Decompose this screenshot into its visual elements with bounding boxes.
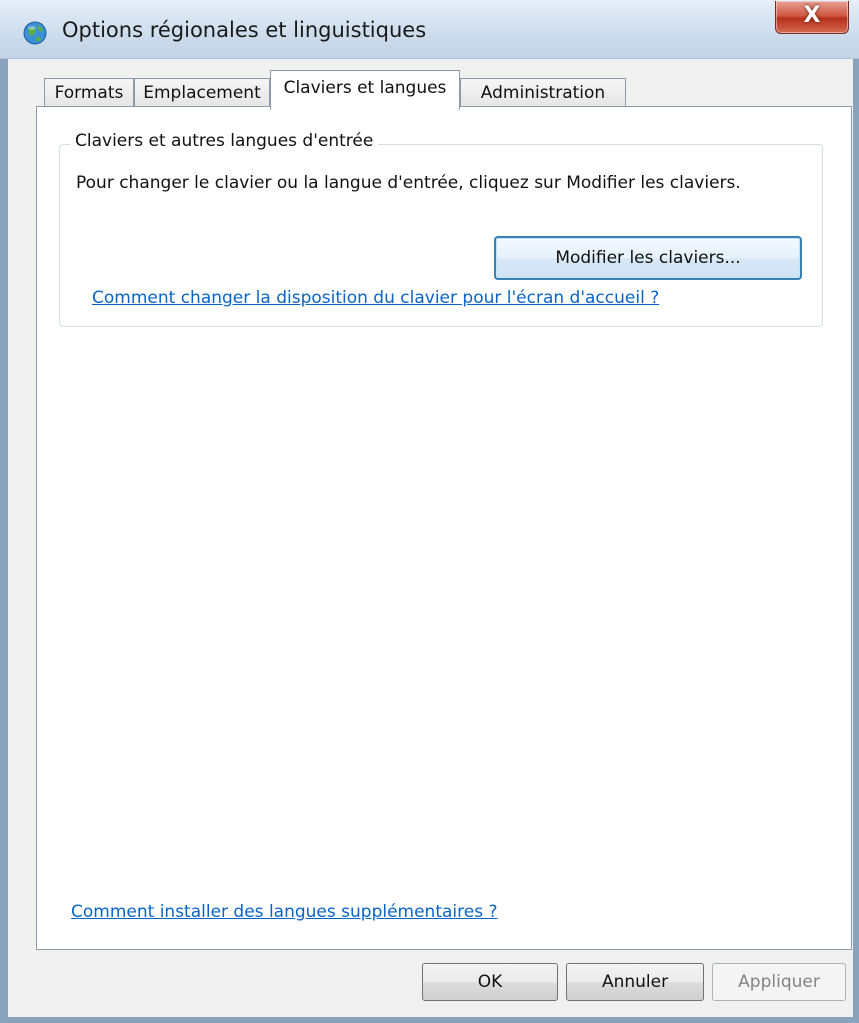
tab-claviers-et-langues[interactable]: Claviers et langues — [270, 70, 460, 110]
tab-administration[interactable]: Administration — [460, 78, 626, 108]
apply-button[interactable]: Appliquer — [712, 963, 846, 1001]
dialog-window: Options régionales et linguistiques X Fo… — [0, 0, 859, 1023]
install-languages-help-link[interactable]: Comment installer des langues supplément… — [71, 902, 498, 922]
keyboards-groupbox: Claviers et autres langues d'entrée Pour… — [59, 131, 823, 327]
keyboard-layout-help-link[interactable]: Comment changer la disposition du clavie… — [92, 288, 659, 308]
tab-panel: Claviers et autres langues d'entrée Pour… — [36, 106, 852, 950]
close-button[interactable]: X — [775, 1, 849, 34]
cancel-button[interactable]: Annuler — [566, 963, 704, 1001]
tab-emplacement[interactable]: Emplacement — [134, 78, 270, 108]
title-bar[interactable]: Options régionales et linguistiques X — [0, 0, 859, 59]
ok-button[interactable]: OK — [422, 963, 558, 1001]
close-icon: X — [803, 3, 821, 28]
globe-icon — [23, 21, 47, 45]
groupbox-description: Pour changer le clavier ou la langue d'e… — [76, 173, 741, 193]
modify-keyboards-button[interactable]: Modifier les claviers... — [494, 236, 802, 280]
groupbox-title: Claviers et autres langues d'entrée — [70, 131, 379, 151]
window-title: Options régionales et linguistiques — [62, 18, 427, 42]
tab-formats[interactable]: Formats — [44, 78, 134, 108]
